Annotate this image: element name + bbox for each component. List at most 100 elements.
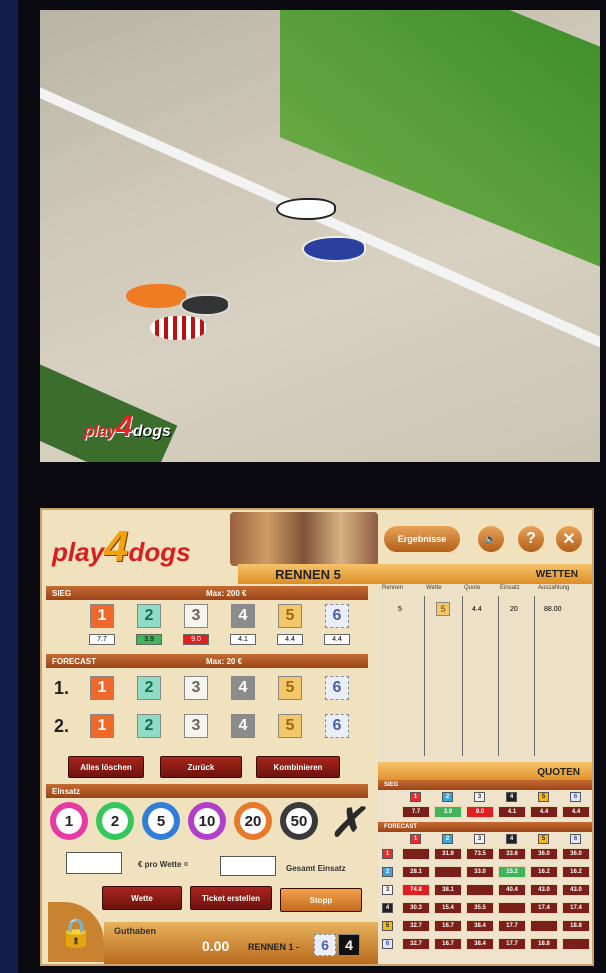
sieg-header: SIEG Max: 200 € xyxy=(46,586,368,600)
col-stake: Einsatz xyxy=(500,585,520,591)
quoten-forecast-header: FORECAST xyxy=(378,822,592,832)
lock-icon[interactable]: 🔒 xyxy=(48,902,104,962)
quoten-forecast-cell: 35.5 xyxy=(466,902,494,914)
quoten-forecast-cell: 18.8 xyxy=(530,938,558,950)
bet-row-stake: 20 xyxy=(510,606,518,613)
forecast-1-trap-6[interactable]: 6 xyxy=(325,676,349,700)
stake-per-bet-input[interactable] xyxy=(66,852,122,874)
quoten-forecast-row-2: 2 xyxy=(382,867,393,877)
greyhound-blue xyxy=(302,236,366,262)
speaker-icon[interactable]: 🔈 xyxy=(476,524,506,554)
results-button[interactable]: Ergebnisse xyxy=(382,524,462,554)
forecast-2-trap-1[interactable]: 1 xyxy=(90,714,114,738)
forecast-1-trap-4[interactable]: 4 xyxy=(231,676,255,700)
forecast-1-trap-3[interactable]: 3 xyxy=(184,676,208,700)
col-divider xyxy=(462,596,463,756)
quoten-forecast-cell: 32.7 xyxy=(402,938,430,950)
forecast-2-trap-5[interactable]: 5 xyxy=(278,714,302,738)
col-divider xyxy=(498,596,499,756)
forecast-1-trap-5[interactable]: 5 xyxy=(278,676,302,700)
quoten-forecast-row-6: 6 xyxy=(382,939,393,949)
quoten-forecast-col-2: 2 xyxy=(442,834,453,844)
quoten-forecast-cell: 17.7 xyxy=(498,938,526,950)
quoten-sieg-odds-2: 3.9 xyxy=(434,806,462,818)
back-button[interactable]: Zurück xyxy=(160,756,242,778)
sieg-trap-1[interactable]: 1 xyxy=(90,604,114,628)
create-ticket-button[interactable]: Ticket erstellen xyxy=(190,886,272,910)
total-stake-input[interactable] xyxy=(220,856,276,876)
forecast-2-trap-2[interactable]: 2 xyxy=(137,714,161,738)
quoten-forecast-cell: 40.4 xyxy=(498,884,526,896)
chip-5[interactable]: 5 xyxy=(142,802,180,840)
stop-button[interactable]: Stopp xyxy=(280,888,362,912)
sieg-trap-5[interactable]: 5 xyxy=(278,604,302,628)
next-race-trap-4: 4 xyxy=(338,934,360,956)
bet-row-race: 5 xyxy=(398,606,402,613)
greyhound-black xyxy=(180,294,230,316)
quoten-sieg-trap-1: 1 xyxy=(410,792,421,802)
help-icon[interactable]: ? xyxy=(516,524,546,554)
bets-title: WETTEN xyxy=(378,564,592,584)
forecast-2-trap-6[interactable]: 6 xyxy=(325,714,349,738)
quoten-forecast-cell: 38.4 xyxy=(466,920,494,932)
quoten-forecast-cell: 16.7 xyxy=(434,920,462,932)
quoten-forecast-cell: 32.7 xyxy=(402,920,430,932)
forecast-row-1-label: 1. xyxy=(54,678,70,698)
sieg-odds-2: 3.9 xyxy=(136,634,162,645)
quoten-forecast-cell: 15.2 xyxy=(498,866,526,878)
quoten-sieg-odds-3: 9.0 xyxy=(466,806,494,818)
quoten-forecast-cell: 73.5 xyxy=(466,848,494,860)
col-divider xyxy=(534,596,535,756)
video-watermark-logo: play4dogs xyxy=(84,410,171,443)
odds-table: SIEG FORECAST 1 7.7 2 3.9 3 9.0 4 4.1 5 4.4 6 4.4 1 2… xyxy=(378,780,592,964)
chip-20[interactable]: 20 xyxy=(234,802,272,840)
quoten-forecast-cell: 17.4 xyxy=(530,902,558,914)
sieg-trap-2[interactable]: 2 xyxy=(137,604,161,628)
chip-1[interactable]: 1 xyxy=(50,802,88,840)
quoten-forecast-cell: 36.0 xyxy=(562,848,590,860)
bets-table: Rennen Wette Quote Einsatz Auszahlung 5 … xyxy=(378,584,592,762)
quoten-forecast-col-3: 3 xyxy=(474,834,485,844)
chip-10[interactable]: 10 xyxy=(188,802,226,840)
bet-row-odds: 4.4 xyxy=(472,606,482,613)
quoten-forecast-col-6: 6 xyxy=(570,834,581,844)
quoten-forecast-row-1: 1 xyxy=(382,849,393,859)
col-payout: Auszahlung xyxy=(538,585,570,591)
forecast-2-trap-4[interactable]: 4 xyxy=(231,714,255,738)
quoten-sieg-trap-3: 3 xyxy=(474,792,485,802)
sieg-trap-4[interactable]: 4 xyxy=(231,604,255,628)
quoten-forecast-row-4: 4 xyxy=(382,903,393,913)
clear-all-button[interactable]: Alles löschen xyxy=(68,756,144,778)
forecast-1-trap-2[interactable]: 2 xyxy=(137,676,161,700)
quoten-sieg-trap-6: 6 xyxy=(570,792,581,802)
combine-button[interactable]: Kombinieren xyxy=(256,756,340,778)
clear-stake-icon[interactable]: ✗ xyxy=(330,800,364,846)
chip-2[interactable]: 2 xyxy=(96,802,134,840)
next-race-label: RENNEN 1 - xyxy=(248,942,300,952)
bet-button[interactable]: Wette xyxy=(102,886,182,910)
chip-50[interactable]: 50 xyxy=(280,802,318,840)
quoten-forecast-col-1: 1 xyxy=(410,834,421,844)
sieg-odds-3: 9.0 xyxy=(183,634,209,645)
col-divider xyxy=(424,596,425,756)
quoten-sieg-header: SIEG xyxy=(378,780,592,790)
quoten-forecast-cell: 43.0 xyxy=(562,884,590,896)
quoten-forecast-cell: 38.1 xyxy=(434,884,462,896)
sieg-trap-3[interactable]: 3 xyxy=(184,604,208,628)
quoten-forecast-cell xyxy=(434,866,462,878)
greyhounds-banner-image xyxy=(230,512,378,566)
quoten-forecast-cell: 18.8 xyxy=(562,920,590,932)
quoten-forecast-col-4: 4 xyxy=(506,834,517,844)
quoten-forecast-cell xyxy=(530,920,558,932)
forecast-2-trap-3[interactable]: 3 xyxy=(184,714,208,738)
quoten-sieg-odds-6: 4.4 xyxy=(562,806,590,818)
col-bet: Wette xyxy=(426,585,442,591)
play4dogs-logo: play4dogs xyxy=(52,522,191,571)
bet-row-trap: 5 xyxy=(436,602,450,616)
quoten-sieg-trap-4: 4 xyxy=(506,792,517,802)
forecast-1-trap-1[interactable]: 1 xyxy=(90,676,114,700)
sieg-odds-5: 4.4 xyxy=(277,634,303,645)
close-icon[interactable]: ✕ xyxy=(554,524,584,554)
quoten-forecast-row-5: 5 xyxy=(382,921,393,931)
sieg-trap-6[interactable]: 6 xyxy=(325,604,349,628)
